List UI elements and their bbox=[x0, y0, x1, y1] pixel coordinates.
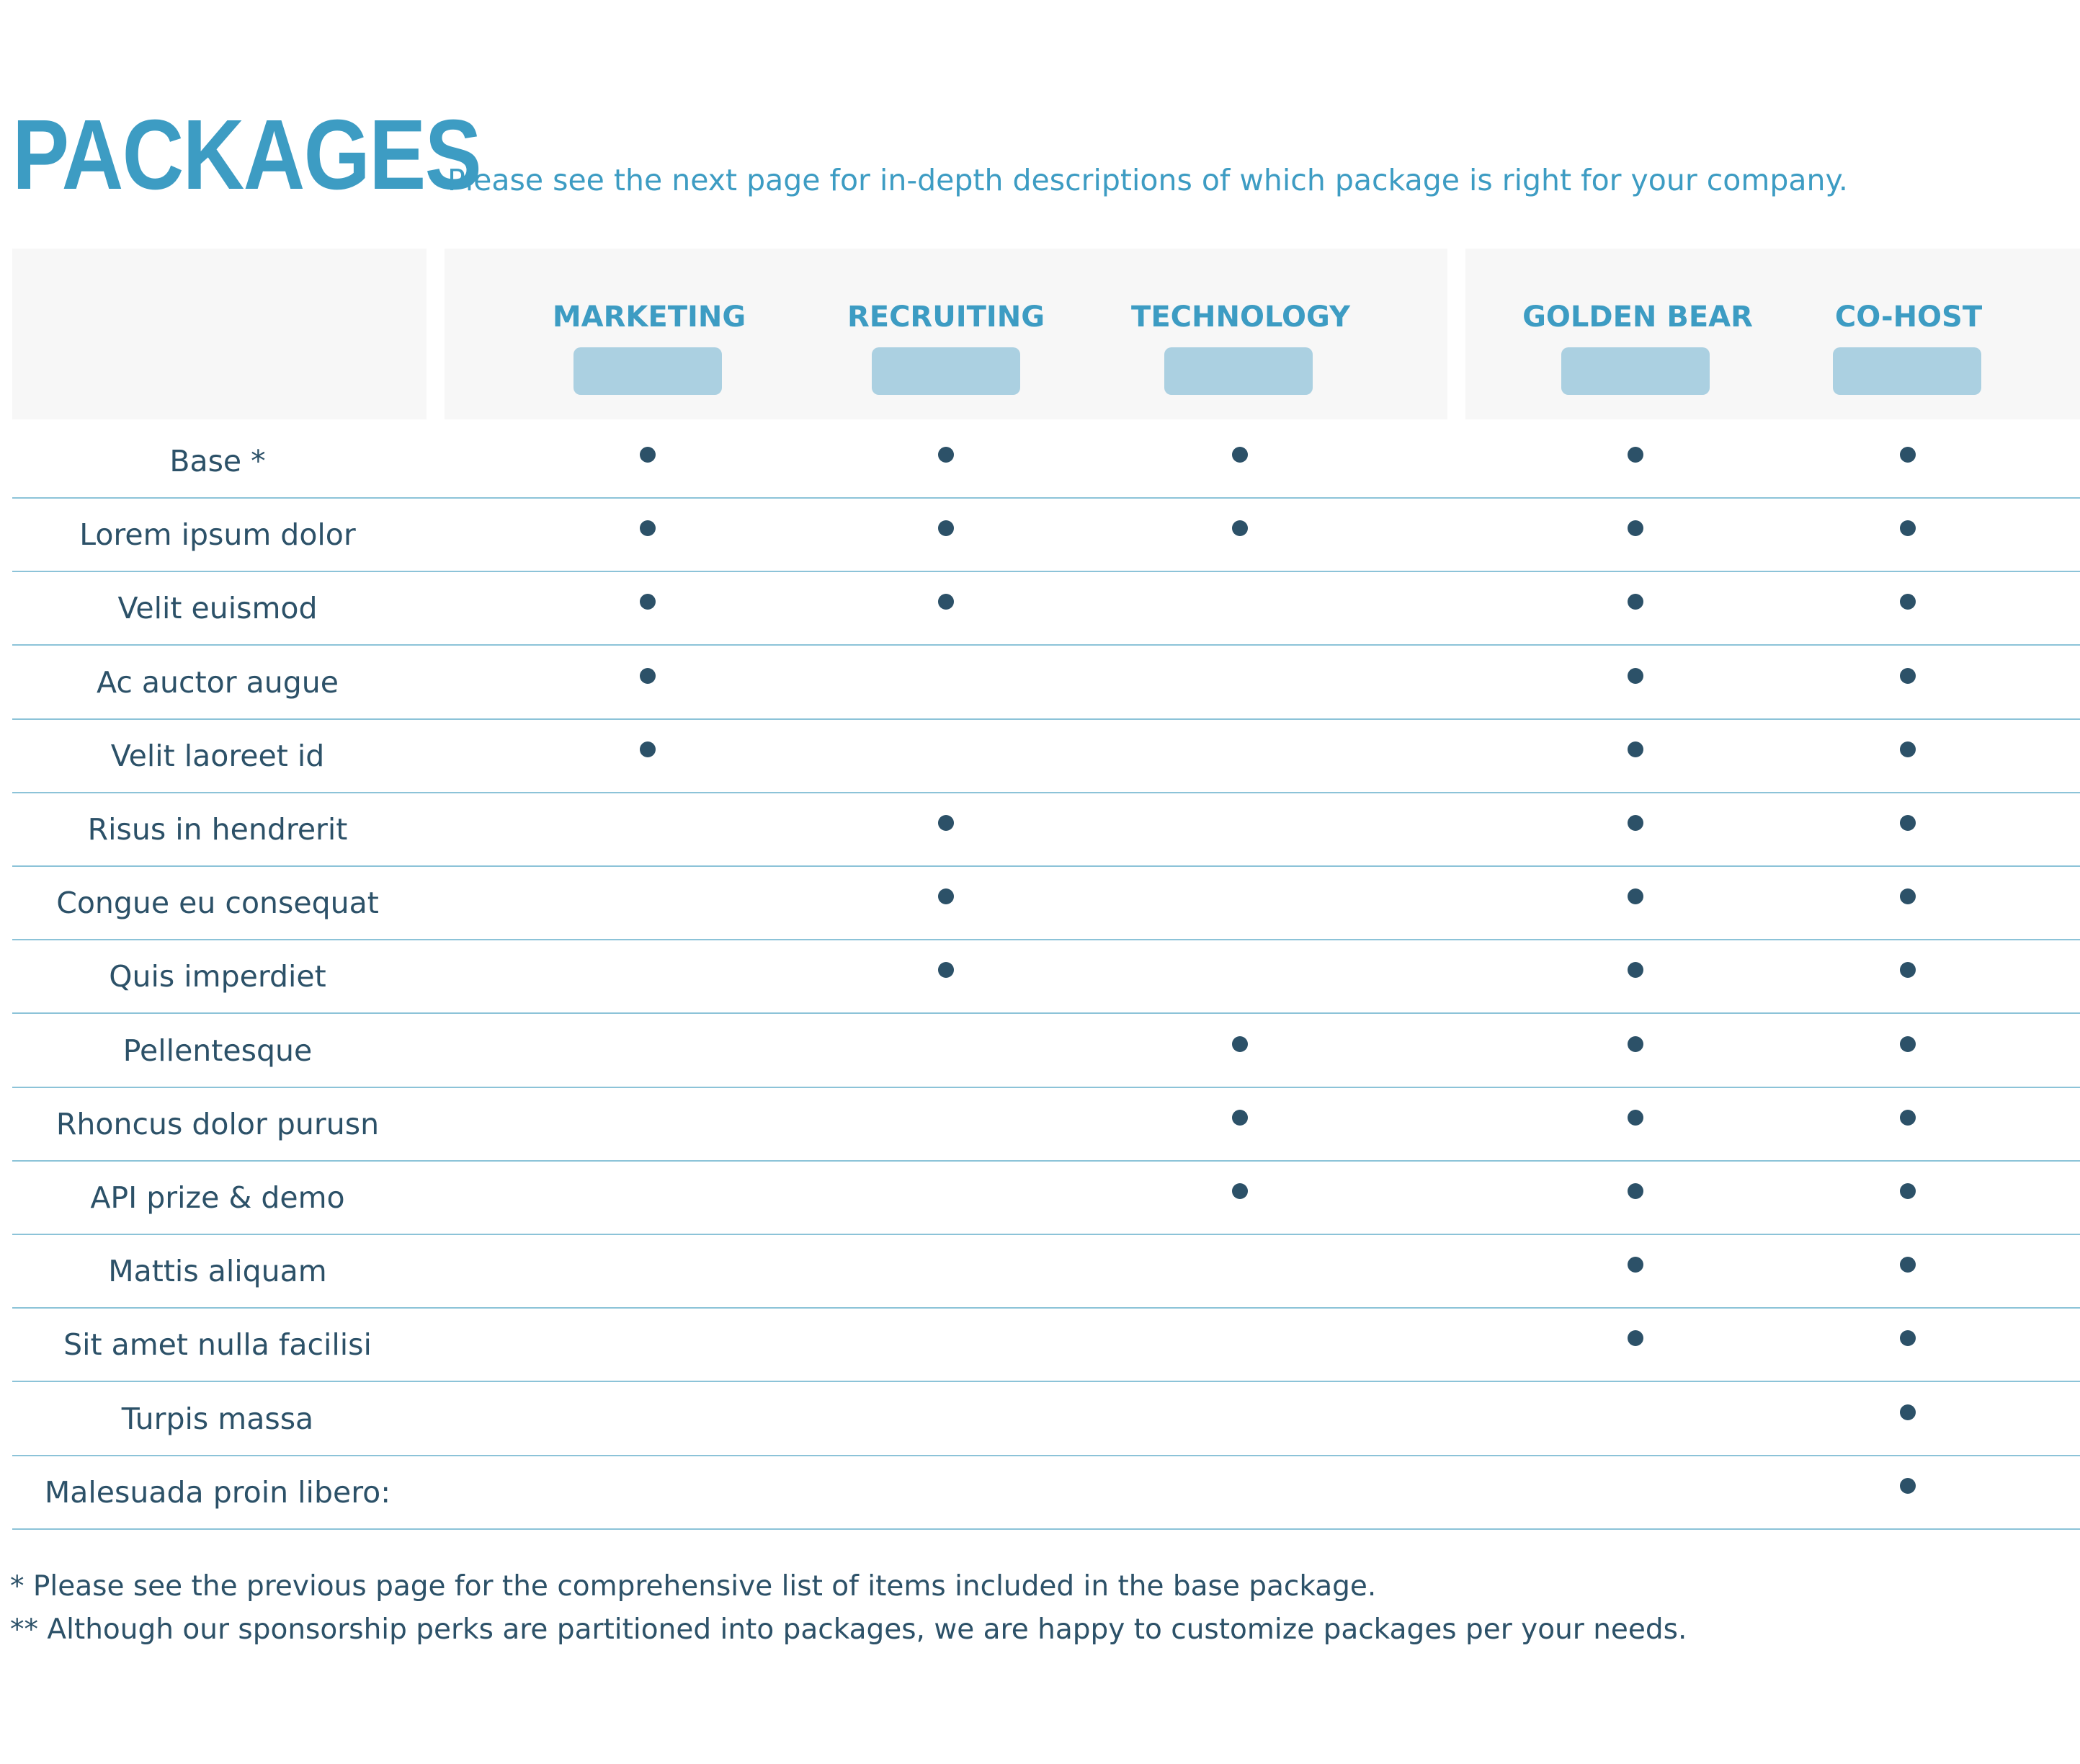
included-dot-co-host bbox=[1900, 962, 1916, 979]
included-dot-co-host bbox=[1900, 1330, 1916, 1347]
row-label: Mattis aliquam bbox=[108, 1254, 327, 1289]
included-dot-golden-bear bbox=[1628, 1035, 1643, 1052]
included-dot-recruiting bbox=[938, 520, 954, 537]
included-dot-recruiting bbox=[938, 962, 954, 979]
included-dot-marketing bbox=[640, 667, 656, 684]
included-dot-co-host bbox=[1900, 1035, 1916, 1052]
table-row: Turpis massa bbox=[12, 1383, 2080, 1456]
included-dot-recruiting bbox=[938, 594, 954, 610]
page-title: PACKAGES bbox=[12, 99, 482, 210]
included-dot-recruiting bbox=[938, 888, 954, 905]
included-dot-technology bbox=[1232, 447, 1248, 463]
included-dot-golden-bear bbox=[1628, 594, 1643, 610]
included-dot-golden-bear bbox=[1628, 667, 1643, 684]
row-label: Turpis massa bbox=[121, 1401, 314, 1436]
table-row: API prize & demo bbox=[12, 1162, 2080, 1235]
package-title-technology: TECHNOLOGY bbox=[1131, 300, 1350, 334]
row-label: Malesuada proin libero: bbox=[44, 1474, 391, 1510]
row-label: Congue eu consequat bbox=[56, 886, 379, 921]
included-dot-technology bbox=[1232, 1035, 1248, 1052]
included-dot-marketing bbox=[640, 594, 656, 610]
included-dot-golden-bear bbox=[1628, 1257, 1643, 1273]
included-dot-golden-bear bbox=[1628, 520, 1643, 537]
row-label: Base * bbox=[169, 444, 266, 478]
package-title-marketing: MARKETING bbox=[552, 300, 746, 334]
included-dot-golden-bear bbox=[1628, 815, 1643, 831]
row-label: Pellentesque bbox=[122, 1033, 313, 1068]
row-label: Ac auctor augue bbox=[97, 664, 339, 700]
page-header: PACKAGES Please see the next page for in… bbox=[12, 101, 2066, 209]
included-dot-co-host bbox=[1900, 1109, 1916, 1126]
included-dot-golden-bear bbox=[1628, 447, 1643, 463]
included-dot-co-host bbox=[1900, 741, 1916, 757]
table-row: Rhoncus dolor purusn bbox=[12, 1088, 2080, 1162]
included-dot-recruiting bbox=[938, 447, 954, 463]
included-dot-co-host bbox=[1900, 1404, 1916, 1420]
package-badge-marketing bbox=[573, 347, 722, 395]
included-dot-marketing bbox=[640, 447, 656, 463]
included-dot-co-host bbox=[1900, 815, 1916, 831]
included-dot-co-host bbox=[1900, 594, 1916, 610]
included-dot-golden-bear bbox=[1628, 741, 1643, 757]
row-divider bbox=[12, 1528, 2080, 1530]
included-dot-marketing bbox=[640, 741, 656, 757]
row-label: Lorem ipsum dolor bbox=[79, 517, 356, 553]
package-title-recruiting: RECRUITING bbox=[847, 300, 1045, 334]
included-dot-recruiting bbox=[938, 815, 954, 831]
table-row: Base * bbox=[12, 425, 2080, 499]
included-dot-co-host bbox=[1900, 1183, 1916, 1199]
included-dot-co-host bbox=[1900, 1257, 1916, 1273]
package-badge-co-host bbox=[1833, 347, 1981, 395]
row-label: Quis imperdiet bbox=[109, 959, 326, 994]
included-dot-golden-bear bbox=[1628, 1109, 1643, 1126]
row-label: Rhoncus dolor purusn bbox=[55, 1106, 380, 1141]
included-dot-technology bbox=[1232, 520, 1248, 537]
row-label: Velit euismod bbox=[117, 591, 318, 626]
package-badge-technology bbox=[1164, 347, 1313, 395]
included-dot-co-host bbox=[1900, 447, 1916, 463]
table-row: Velit laoreet id bbox=[12, 720, 2080, 793]
package-badge-recruiting bbox=[872, 347, 1020, 395]
row-label: Risus in hendrerit bbox=[87, 812, 348, 847]
package-badge-golden-bear bbox=[1561, 347, 1710, 395]
footnote-base: * Please see the previous page for the c… bbox=[10, 1570, 1377, 1603]
table-row: Congue eu consequat bbox=[12, 867, 2080, 941]
included-dot-co-host bbox=[1900, 1477, 1916, 1494]
table-row: Lorem ipsum dolor bbox=[12, 499, 2080, 573]
package-title-golden-bear: GOLDEN BEAR bbox=[1522, 300, 1753, 334]
included-dot-golden-bear bbox=[1628, 962, 1643, 979]
included-dot-marketing bbox=[640, 520, 656, 537]
row-label: API prize & demo bbox=[90, 1180, 345, 1215]
included-dot-golden-bear bbox=[1628, 1183, 1643, 1199]
included-dot-technology bbox=[1232, 1109, 1248, 1126]
table-row: Pellentesque bbox=[12, 1015, 2080, 1088]
included-dot-co-host bbox=[1900, 520, 1916, 537]
included-dot-technology bbox=[1232, 1183, 1248, 1199]
table-row: Quis imperdiet bbox=[12, 940, 2080, 1015]
table-row: Velit euismod bbox=[12, 572, 2080, 646]
included-dot-co-host bbox=[1900, 888, 1916, 905]
included-dot-golden-bear bbox=[1628, 888, 1643, 905]
table-row: Mattis aliquam bbox=[12, 1235, 2080, 1309]
label-column-header-background bbox=[12, 249, 427, 419]
included-dot-golden-bear bbox=[1628, 1330, 1643, 1347]
table-row: Risus in hendrerit bbox=[12, 793, 2080, 867]
table-row: Sit amet nulla facilisi bbox=[12, 1309, 2080, 1383]
table-row: Ac auctor augue bbox=[12, 646, 2080, 720]
footnote-customize: ** Although our sponsorship perks are pa… bbox=[10, 1613, 1687, 1646]
row-label: Velit laoreet id bbox=[110, 738, 325, 773]
row-label: Sit amet nulla facilisi bbox=[63, 1327, 372, 1363]
page-subtitle: Please see the next page for in-depth de… bbox=[447, 163, 1848, 197]
included-dot-co-host bbox=[1900, 667, 1916, 684]
package-title-co-host: CO-HOST bbox=[1834, 300, 1983, 334]
table-row: Malesuada proin libero: bbox=[12, 1456, 2080, 1530]
